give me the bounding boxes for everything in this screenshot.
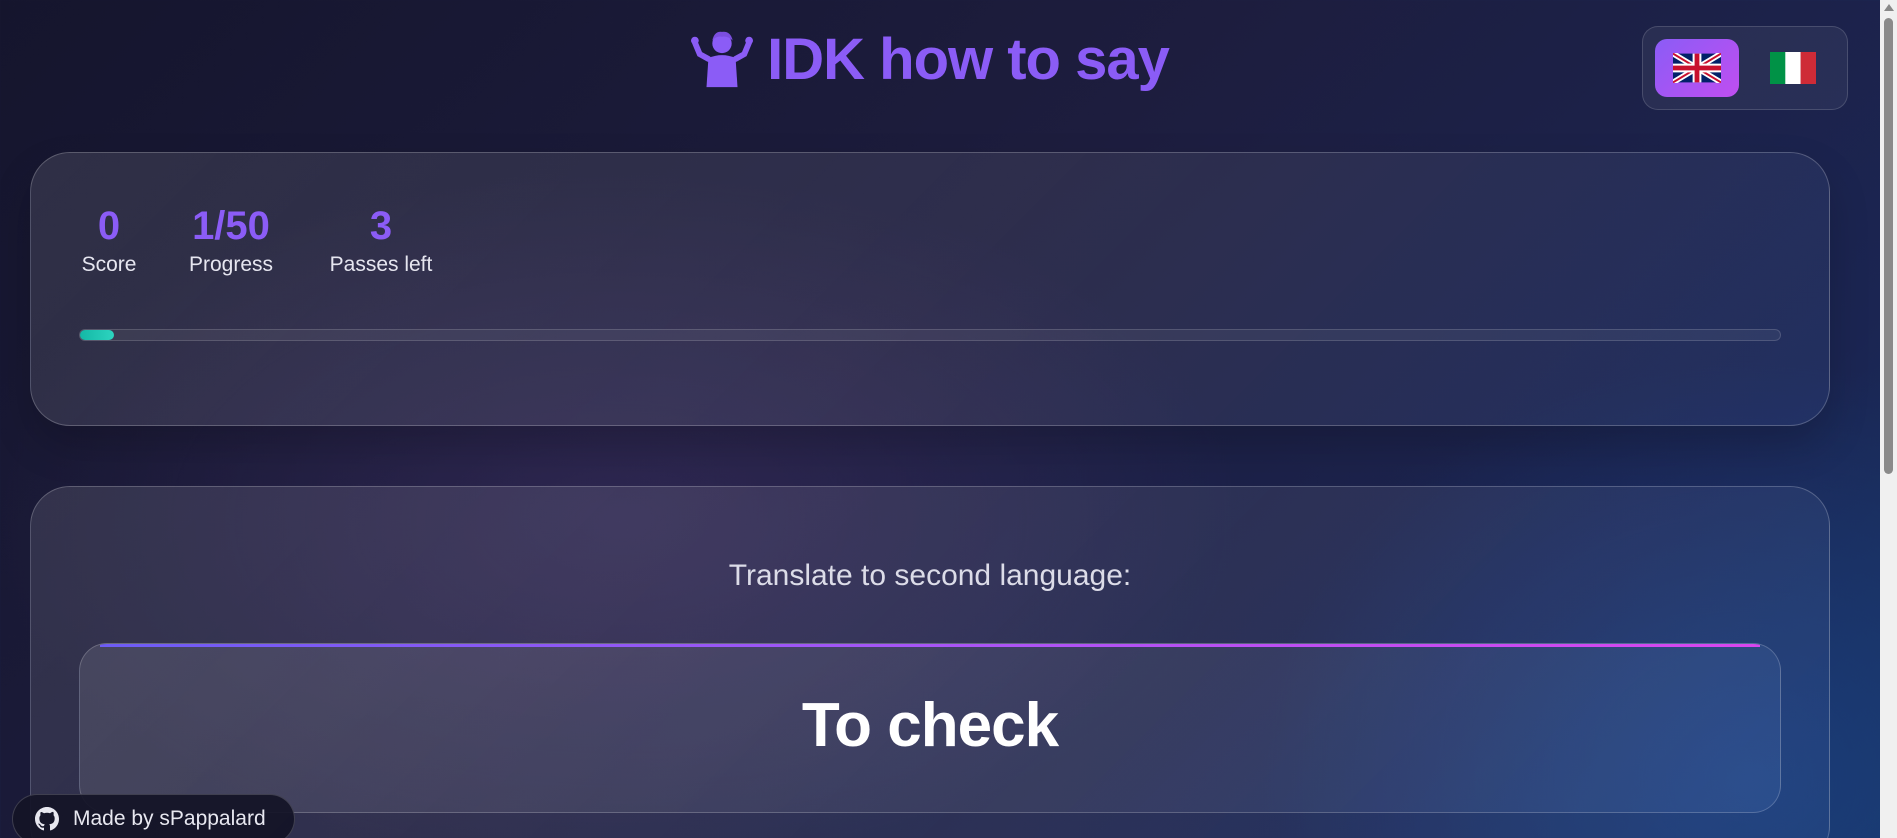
uk-flag-icon bbox=[1673, 53, 1721, 83]
progress-bar-fill bbox=[80, 330, 114, 340]
github-icon bbox=[35, 807, 59, 831]
italy-flag-icon bbox=[1770, 52, 1816, 84]
score-stat: 0 Score bbox=[79, 203, 139, 279]
word-to-translate: To check bbox=[801, 691, 1059, 760]
language-button-english[interactable] bbox=[1655, 39, 1739, 97]
credit-link[interactable]: Made by sPappalard bbox=[12, 794, 295, 838]
word-card: To check bbox=[79, 643, 1781, 813]
prompt-label: Translate to second language: bbox=[728, 559, 1132, 592]
score-label: Score bbox=[81, 253, 137, 276]
score-value: 0 bbox=[97, 204, 121, 248]
progress-label: Progress bbox=[188, 253, 274, 276]
passes-stat: 3 Passes left bbox=[321, 203, 441, 279]
passes-label: Passes left bbox=[329, 253, 433, 276]
scroll-up-arrow-icon[interactable] bbox=[1884, 4, 1894, 11]
language-switcher bbox=[1642, 26, 1848, 110]
quiz-card: Translate to second language: To check bbox=[30, 486, 1830, 838]
progress-stat: 1/50 Progress bbox=[183, 203, 279, 279]
progress-bar bbox=[79, 329, 1781, 341]
scrollbar[interactable] bbox=[1880, 0, 1897, 838]
credit-text: Made by sPappalard bbox=[73, 807, 266, 830]
stats-card: 0 Score 1/50 Progress 3 Passes left bbox=[30, 152, 1830, 426]
app-title: IDK how to say bbox=[0, 24, 1860, 96]
passes-value: 3 bbox=[369, 204, 393, 248]
language-button-italian[interactable] bbox=[1751, 39, 1835, 97]
word-card-accent bbox=[100, 644, 1760, 647]
app-title-text: IDK how to say bbox=[767, 27, 1170, 92]
progress-value: 1/50 bbox=[192, 204, 270, 248]
person-shrugging-icon bbox=[691, 31, 754, 88]
scrollbar-thumb[interactable] bbox=[1884, 18, 1893, 474]
